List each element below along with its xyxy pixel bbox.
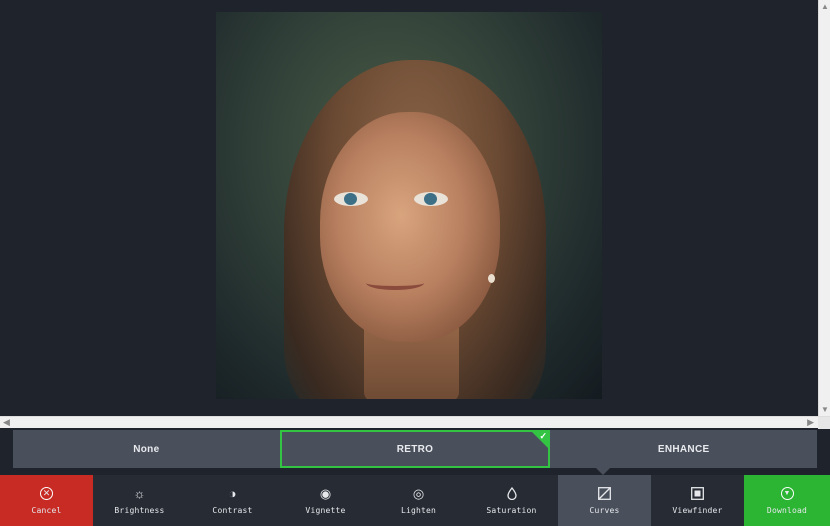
viewfinder-icon <box>691 486 705 500</box>
viewfinder-button[interactable]: Viewfinder <box>651 475 744 526</box>
vignette-button[interactable]: ◉ Vignette <box>279 475 372 526</box>
tool-label: Saturation <box>486 506 537 515</box>
vertical-scrollbar[interactable]: ▲ ▼ <box>818 0 830 416</box>
download-icon: ▼ <box>780 486 794 500</box>
contrast-icon: ◑ <box>228 485 237 501</box>
preset-label: ENHANCE <box>657 443 710 455</box>
lighten-icon: ◎ <box>412 485 425 501</box>
tool-label: Viewfinder <box>672 506 723 515</box>
drop-icon <box>505 486 519 500</box>
photo-preview <box>216 12 602 399</box>
photo-eye-right <box>414 192 448 206</box>
tool-label: Download <box>766 506 808 515</box>
photo-earring <box>488 274 495 283</box>
vignette-icon: ◉ <box>319 485 332 501</box>
scroll-left-icon[interactable]: ◀ <box>3 417 10 428</box>
canvas-area <box>0 0 818 416</box>
download-button[interactable]: ▼ Download <box>744 475 830 526</box>
editor-toolbar: ✕ Cancel ☼ Brightness ◑ Contrast ◉ Vigne… <box>0 475 830 526</box>
preset-none[interactable]: None <box>13 430 280 468</box>
tool-label: Vignette <box>305 506 346 515</box>
brightness-button[interactable]: ☼ Brightness <box>93 475 186 526</box>
lighten-button[interactable]: ◎ Lighten <box>372 475 465 526</box>
sun-icon: ☼ <box>133 485 146 501</box>
scrollbar-corner <box>818 417 830 429</box>
cancel-icon: ✕ <box>40 486 54 500</box>
photo-mouth <box>366 276 424 290</box>
selected-tool-pointer <box>596 468 610 475</box>
photo-eye-left <box>334 192 368 206</box>
tool-label: Contrast <box>212 506 253 515</box>
horizontal-scrollbar[interactable]: ◀ ▶ <box>0 416 830 429</box>
tool-label: Curves <box>589 506 620 515</box>
scroll-down-icon[interactable]: ▼ <box>821 405 829 414</box>
contrast-button[interactable]: ◑ Contrast <box>186 475 279 526</box>
photo-face <box>320 112 500 342</box>
tool-label: Cancel <box>31 506 62 515</box>
saturation-button[interactable]: Saturation <box>465 475 558 526</box>
scroll-up-icon[interactable]: ▲ <box>821 2 829 11</box>
curves-icon <box>598 486 612 500</box>
tool-label: Lighten <box>400 506 437 515</box>
preset-label: None <box>133 443 160 455</box>
preset-label: RETRO <box>396 443 434 455</box>
filter-presets: None RETRO ✓ ENHANCE <box>13 430 817 468</box>
curves-button[interactable]: Curves <box>558 475 651 526</box>
preset-enhance[interactable]: ENHANCE <box>550 430 817 468</box>
cancel-button[interactable]: ✕ Cancel <box>0 475 93 526</box>
checkmark-icon: ✓ <box>539 431 548 441</box>
preset-retro[interactable]: RETRO ✓ <box>279 430 551 468</box>
tool-label: Brightness <box>114 506 165 515</box>
scroll-right-icon[interactable]: ▶ <box>807 417 814 428</box>
